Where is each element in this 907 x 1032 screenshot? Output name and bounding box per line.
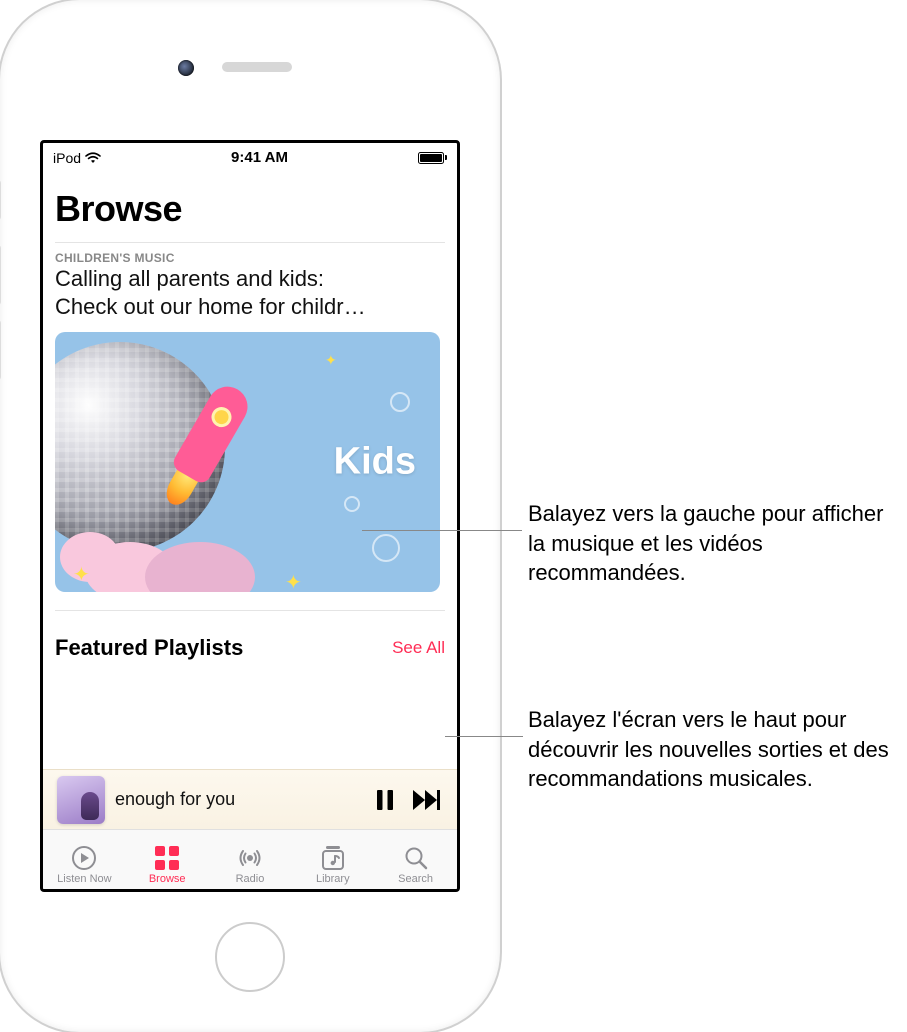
tab-label: Browse	[149, 873, 186, 885]
bubble-graphic	[344, 496, 360, 512]
pause-button[interactable]	[369, 784, 401, 816]
now-playing-title: enough for you	[115, 789, 359, 810]
earpiece-speaker	[222, 62, 292, 72]
section-title: Featured Playlists	[55, 635, 243, 661]
featured-playlists-header: Featured Playlists See All	[55, 631, 445, 661]
star-graphic: ✦	[325, 352, 337, 369]
tab-label: Listen Now	[57, 873, 111, 885]
callout-leader-line	[445, 736, 523, 737]
feature-card[interactable]: CHILDREN'S MUSIC Calling all parents and…	[55, 251, 440, 592]
feature-title: Calling all parents and kids:	[55, 265, 440, 293]
search-icon	[402, 845, 430, 871]
play-circle-icon	[70, 845, 98, 871]
feature-eyebrow: CHILDREN'S MUSIC	[55, 251, 440, 265]
next-track-button[interactable]	[411, 784, 443, 816]
browse-grid-icon	[153, 845, 181, 871]
radio-icon	[236, 845, 264, 871]
cloud-graphic	[145, 542, 255, 592]
battery-icon	[418, 152, 447, 164]
library-icon	[319, 845, 347, 871]
tab-library[interactable]: Library	[298, 845, 368, 885]
tab-browse[interactable]: Browse	[132, 845, 202, 885]
home-button[interactable]	[215, 922, 285, 992]
cloud-graphic	[60, 532, 120, 582]
divider	[55, 242, 445, 243]
now-playing-bar[interactable]: enough for you	[43, 769, 457, 829]
tab-label: Library	[316, 873, 350, 885]
callout-swipe-up: Balayez l'écran vers le haut pour découv…	[528, 705, 898, 794]
tab-bar: Listen Now Browse	[43, 829, 457, 889]
device-label: iPod	[53, 150, 81, 166]
sleep-wake-button[interactable]	[0, 180, 1, 220]
volume-up-button[interactable]	[0, 245, 1, 305]
screen: iPod 9:41 AM Browse	[40, 140, 460, 892]
callout-swipe-left: Balayez vers la gauche pour afficher la …	[528, 499, 898, 588]
tab-listen-now[interactable]: Listen Now	[49, 845, 119, 885]
status-time: 9:41 AM	[231, 149, 288, 166]
volume-down-button[interactable]	[0, 320, 1, 380]
wifi-icon	[85, 152, 101, 164]
device-frame: iPod 9:41 AM Browse	[0, 0, 500, 1032]
feature-art-label: Kids	[334, 441, 416, 484]
tab-radio[interactable]: Radio	[215, 845, 285, 885]
status-bar: iPod 9:41 AM	[43, 143, 457, 168]
feature-subtitle: Check out our home for childr…	[55, 293, 440, 321]
star-graphic: ✦	[73, 562, 90, 587]
divider	[55, 610, 445, 611]
star-graphic: ✦	[285, 570, 302, 592]
bubble-graphic	[372, 534, 400, 562]
see-all-link[interactable]: See All	[392, 638, 445, 658]
feature-artwork[interactable]: ✦ ✦ ✦ Kids	[55, 332, 440, 592]
browse-content[interactable]: Browse CHILDREN'S MUSIC Calling all pare…	[43, 168, 457, 769]
bubble-graphic	[390, 392, 410, 412]
front-camera	[178, 60, 194, 76]
callout-leader-line	[362, 530, 522, 531]
tab-label: Search	[398, 873, 433, 885]
featured-carousel[interactable]: CHILDREN'S MUSIC Calling all parents and…	[55, 251, 445, 592]
now-playing-artwork[interactable]	[57, 776, 105, 824]
page-title: Browse	[55, 188, 445, 230]
tab-search[interactable]: Search	[381, 845, 451, 885]
tab-label: Radio	[236, 873, 265, 885]
